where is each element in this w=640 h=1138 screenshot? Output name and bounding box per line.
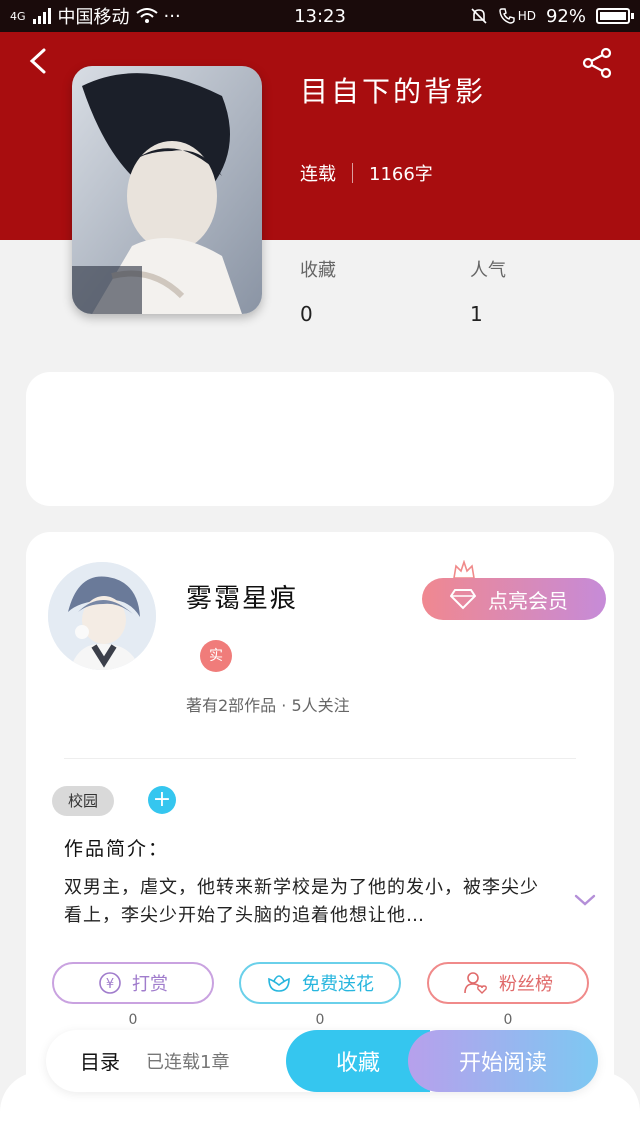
chapter-count: 已连载1章	[146, 1052, 230, 1073]
favorites-count: 0	[300, 302, 313, 326]
send-flower-label: 免费送花	[302, 974, 374, 995]
reward-button[interactable]: ¥ 打赏	[52, 962, 214, 1004]
diamond-icon	[450, 589, 476, 610]
fans-ranking-label: 粉丝榜	[499, 974, 553, 995]
book-cover-image[interactable]	[72, 66, 262, 314]
divider	[352, 163, 353, 183]
author-name[interactable]: 雾霭星痕	[186, 578, 298, 615]
start-reading-button[interactable]: 开始阅读	[408, 1030, 598, 1092]
chevron-down-icon	[574, 894, 596, 906]
crown-icon	[453, 560, 475, 579]
blank-card	[26, 372, 614, 506]
reward-label: 打赏	[132, 974, 168, 995]
add-tag-button[interactable]: +	[148, 786, 176, 814]
signal-icon	[32, 8, 51, 24]
expand-intro-button[interactable]	[574, 892, 596, 908]
flower-icon	[268, 975, 290, 992]
book-status-row: 连载 1166字	[300, 160, 433, 186]
popularity-stat: 人气 1	[470, 256, 506, 326]
user-heart-icon	[464, 972, 487, 994]
toc-button[interactable]: 目录	[80, 1046, 120, 1075]
reward-count: 0	[128, 1012, 138, 1028]
mute-bell-icon	[471, 8, 487, 24]
send-flower-button[interactable]: 免费送花	[239, 962, 401, 1004]
divider	[64, 758, 576, 759]
flower-count: 0	[315, 1012, 325, 1028]
start-reading-label: 开始阅读	[458, 1051, 547, 1076]
battery-percent: 92%	[545, 5, 586, 27]
fans-ranking-button[interactable]: 粉丝榜	[427, 962, 589, 1004]
svg-text:¥: ¥	[106, 977, 114, 992]
favorites-stat: 收藏 0	[300, 256, 336, 326]
tag-campus[interactable]: 校园	[52, 786, 114, 816]
author-avatar[interactable]	[48, 562, 156, 670]
wifi-icon	[135, 8, 158, 23]
verified-badge: 实	[200, 640, 232, 672]
fans-count: 0	[503, 1012, 513, 1028]
yen-icon: ¥	[99, 972, 121, 994]
favorites-label: 收藏	[300, 260, 336, 281]
share-icon	[582, 47, 612, 79]
network-type: 4G	[10, 9, 26, 23]
popularity-count: 1	[470, 302, 483, 326]
hd-indicator: HD	[517, 9, 536, 23]
battery-icon	[596, 8, 634, 24]
book-title: 目自下的背影	[300, 75, 487, 108]
carrier-name: 中国移动	[57, 7, 130, 28]
share-button[interactable]	[580, 46, 614, 80]
vip-button[interactable]: 点亮会员	[422, 578, 606, 620]
favorite-button-label: 收藏	[335, 1051, 380, 1076]
author-meta: 著有2部作品 · 5人关注	[186, 696, 350, 715]
vip-button-label: 点亮会员	[488, 588, 568, 613]
serial-status: 连载	[300, 164, 336, 185]
intro-text: 双男主，虐文，他转来新学校是为了他的发小，被李尖少看上，李尖少开始了头脑的追着他…	[64, 877, 539, 926]
intro-label: 作品简介：	[64, 838, 170, 860]
popularity-label: 人气	[470, 260, 506, 281]
status-bar: 4G 中国移动 ··· 13:23 HD 92%	[0, 0, 640, 32]
back-button[interactable]	[24, 46, 54, 76]
back-arrow-icon	[29, 48, 46, 74]
more-indicator: ···	[163, 5, 181, 27]
word-count: 1166字	[369, 164, 433, 185]
call-icon	[499, 8, 515, 24]
